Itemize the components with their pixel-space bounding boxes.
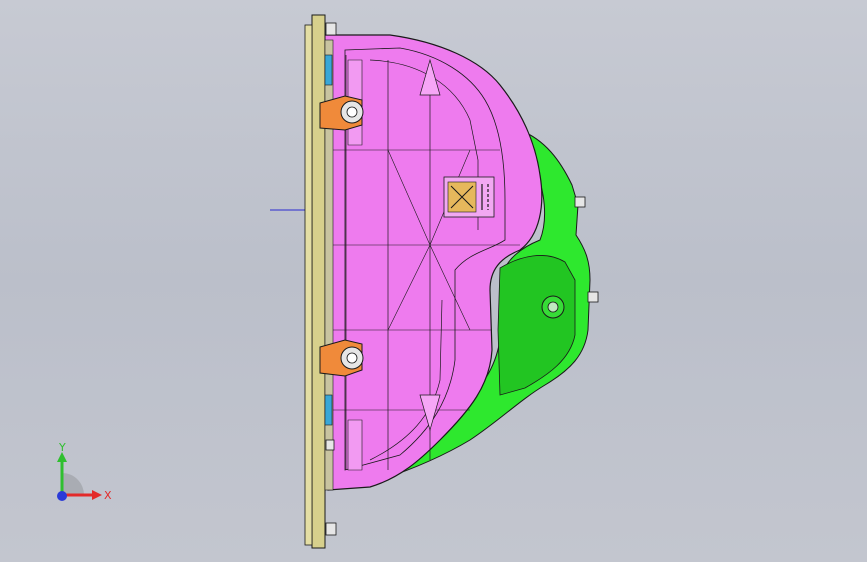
mounting-flange[interactable] <box>311 14 326 549</box>
housing-pocket-lower <box>347 419 363 471</box>
bracket-upper-bolt-center <box>346 106 358 118</box>
seal-upper <box>324 54 333 86</box>
cover-bolt-lower[interactable] <box>587 291 599 303</box>
flange-rail <box>304 24 313 546</box>
triad-arc <box>62 473 84 495</box>
seal-lower <box>324 394 333 426</box>
y-axis-label: Y <box>58 441 66 454</box>
z-axis-dot <box>57 491 67 501</box>
flange-bolt-1[interactable] <box>325 22 337 36</box>
x-axis-arrowhead <box>92 490 102 500</box>
coordinate-triad: Y X <box>57 441 112 502</box>
green-cover-inner <box>497 255 576 396</box>
flange-bolt-2[interactable] <box>325 522 337 536</box>
cover-bolt-upper[interactable] <box>574 196 586 208</box>
cad-model[interactable] <box>0 0 867 562</box>
cover-boss-hole <box>547 301 559 313</box>
graphics-viewport[interactable]: Y X <box>0 0 867 562</box>
flange-bolt-3[interactable] <box>325 439 335 451</box>
x-axis-label: X <box>104 489 112 502</box>
bracket-lower-bolt-center <box>346 352 358 364</box>
